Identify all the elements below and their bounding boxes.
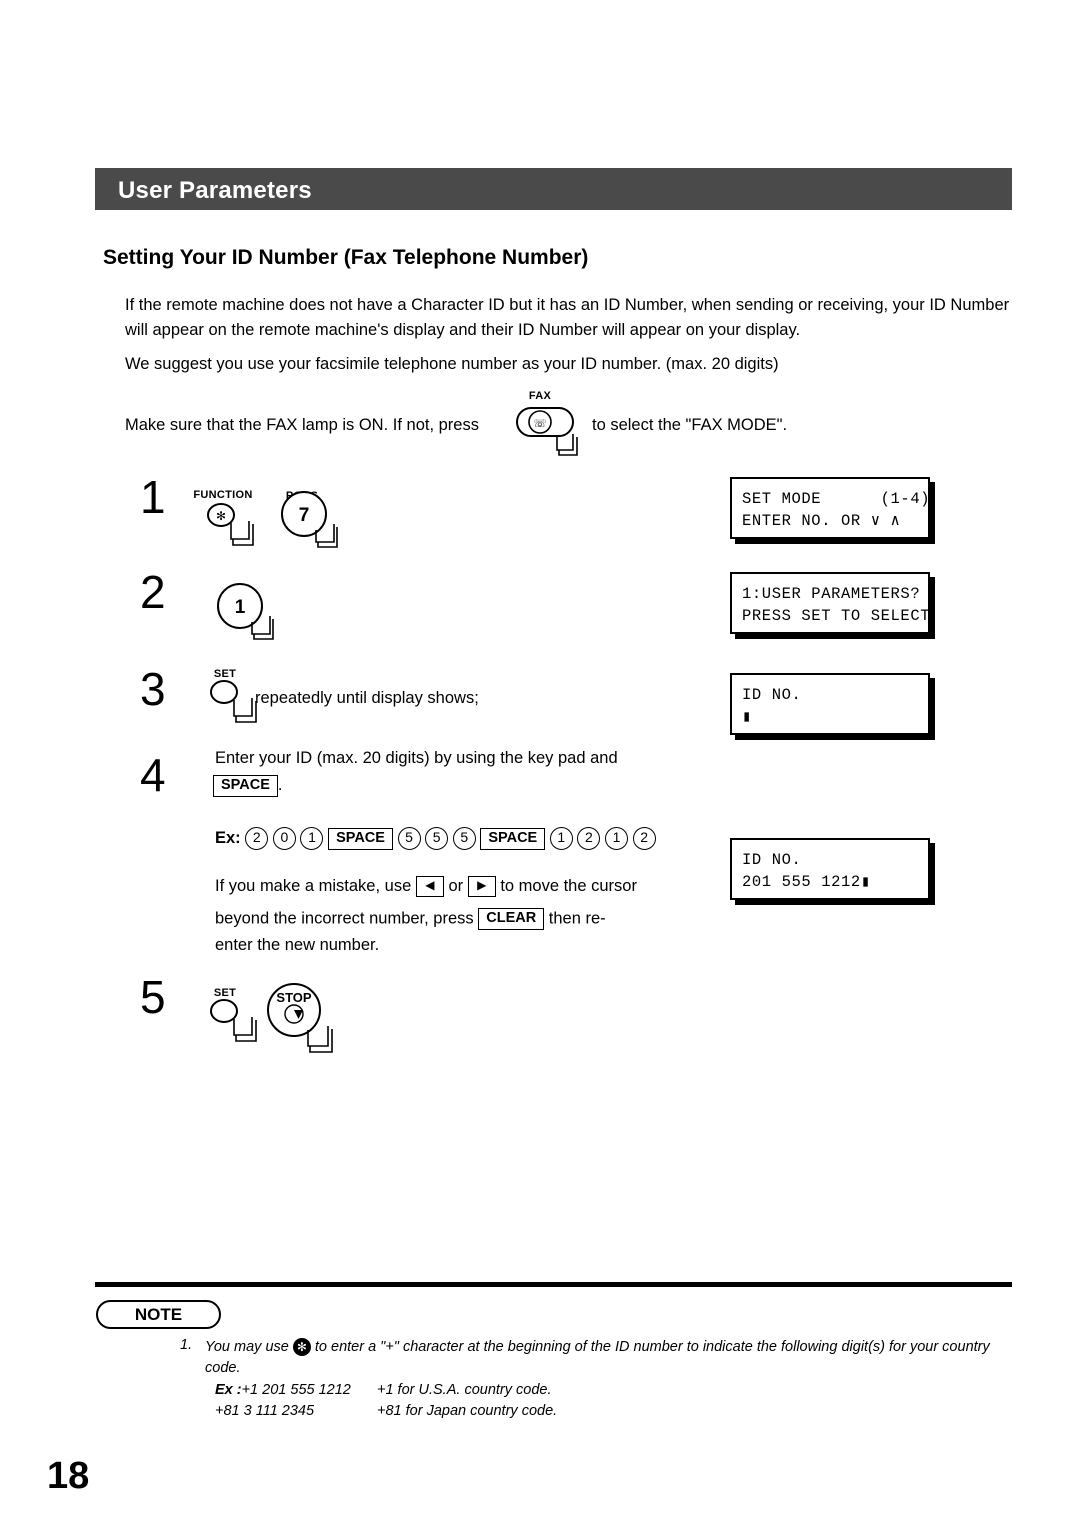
paragraph-fax-lamp-tail: to select the "FAX MODE".: [592, 416, 788, 434]
asterisk-key-icon[interactable]: ✻: [292, 1338, 311, 1357]
note-ex1-value: +1 201 555 1212: [241, 1382, 351, 1398]
lcd-display-3: ID NO. ▮: [730, 673, 930, 735]
set-key-caption-5: SET: [213, 987, 237, 999]
note-example-1-right: +1 for U.S.A. country code.: [377, 1382, 552, 1398]
example-key-space-2[interactable]: SPACE: [480, 827, 546, 850]
example-key-space-1[interactable]: SPACE: [328, 827, 393, 850]
svg-text:7: 7: [299, 505, 310, 526]
example-key-5c[interactable]: 5: [452, 827, 476, 850]
stop-key-icon[interactable]: STOP: [262, 982, 342, 1060]
example-key-2[interactable]: 2: [245, 827, 269, 850]
step4-mistake-line2: beyond the incorrect number, press CLEAR…: [215, 908, 606, 930]
mistake-or: or: [448, 876, 464, 895]
step-number-3: 3: [140, 663, 166, 715]
set-key-caption-3: SET: [213, 668, 237, 680]
step4-mistake-line3: enter the new number.: [215, 936, 380, 954]
step4-example-row: Ex: 2 0 1 SPACE 5 5 5 SPACE 1 2 1 2: [215, 827, 656, 850]
step4-mistake-line1: If you make a mistake, use ◀ or ▶ to mov…: [215, 876, 637, 897]
mistake-text-1: If you make a mistake, use: [215, 876, 412, 895]
cursor-left-key[interactable]: ◀: [415, 876, 444, 897]
note-text: You may use ✻ to enter a "+" character a…: [205, 1337, 1020, 1379]
step-number-5: 5: [140, 971, 166, 1023]
example-key-1[interactable]: 1: [300, 827, 324, 850]
step-number-2: 2: [140, 566, 166, 618]
one-key-icon[interactable]: 1: [212, 580, 282, 642]
function-key-icon[interactable]: ✻: [205, 503, 265, 551]
mistake-text-4: then re-: [548, 909, 606, 928]
step4-line1: Enter your ID (max. 20 digits) by using …: [215, 749, 618, 767]
example-key-2b[interactable]: 2: [577, 827, 601, 850]
lcd-line: ID NO.: [742, 851, 802, 869]
function-key-caption: FUNCTION: [193, 489, 253, 501]
note-example-2-right: +81 for Japan country code.: [377, 1403, 558, 1419]
lcd-line: ID NO.: [742, 686, 802, 704]
example-key-5a[interactable]: 5: [397, 827, 421, 850]
note-example-1-left: Ex :+1 201 555 1212: [215, 1382, 351, 1398]
example-label: Ex:: [215, 828, 241, 847]
space-key[interactable]: SPACE: [213, 775, 278, 797]
step4-period: .: [277, 776, 283, 795]
lcd-line: ▮: [742, 708, 752, 726]
step-number-1: 1: [140, 471, 166, 523]
paragraph-suggestion: We suggest you use your facsimile teleph…: [125, 355, 779, 373]
paragraph-intro: If the remote machine does not have a Ch…: [125, 296, 1010, 339]
cursor-right-key[interactable]: ▶: [467, 876, 496, 897]
lcd-line: 201 555 1212▮: [742, 873, 871, 891]
document-page: User Parameters Setting Your ID Number (…: [0, 0, 1080, 1528]
lcd-display-1: SET MODE (1-4) ENTER NO. OR ∨ ∧: [730, 477, 930, 539]
note-number: 1.: [180, 1337, 193, 1353]
step3-text: repeatedly until display shows;: [255, 689, 479, 707]
seven-key-icon[interactable]: 7: [276, 488, 346, 550]
note-text-b: to enter a "+" character at the beginnin…: [205, 1339, 990, 1376]
page-title: User Parameters: [118, 177, 312, 204]
svg-text:1: 1: [235, 597, 246, 618]
lcd-line: PRESS SET TO SELECT: [742, 607, 931, 625]
step4-space-row: SPACE.: [213, 775, 282, 797]
set-key-icon-5[interactable]: [208, 999, 268, 1047]
example-key-5b[interactable]: 5: [425, 827, 449, 850]
note-example-2-left: +81 3 111 2345: [215, 1403, 315, 1419]
note-text-a: You may use: [205, 1339, 289, 1355]
page-number: 18: [47, 1455, 90, 1497]
example-key-1c[interactable]: 1: [605, 827, 628, 850]
svg-text:STOP: STOP: [276, 990, 311, 1005]
fax-key-icon[interactable]: ☏: [515, 406, 595, 458]
note-divider: [95, 1282, 1012, 1287]
lcd-line: 1:USER PARAMETERS?: [742, 585, 921, 603]
lcd-display-4: ID NO. 201 555 1212▮: [730, 838, 930, 900]
mistake-text-3: beyond the incorrect number, press: [215, 909, 474, 928]
example-key-2c[interactable]: 2: [632, 827, 656, 850]
svg-text:☏: ☏: [533, 418, 547, 430]
example-key-1b[interactable]: 1: [549, 827, 573, 850]
mistake-text-2: to move the cursor: [500, 876, 637, 895]
fax-key-caption: FAX: [528, 390, 552, 402]
clear-key[interactable]: CLEAR: [478, 908, 545, 930]
note-ex-label: Ex :: [215, 1382, 242, 1398]
lcd-line: ENTER NO. OR ∨ ∧: [742, 512, 901, 530]
lcd-line: SET MODE (1-4): [742, 490, 931, 508]
lcd-display-2: 1:USER PARAMETERS? PRESS SET TO SELECT: [730, 572, 930, 634]
section-title: Setting Your ID Number (Fax Telephone Nu…: [103, 246, 589, 269]
example-key-0[interactable]: 0: [272, 827, 296, 850]
note-badge: NOTE: [96, 1300, 221, 1329]
step-number-4: 4: [140, 749, 166, 801]
svg-text:✻: ✻: [216, 509, 226, 523]
